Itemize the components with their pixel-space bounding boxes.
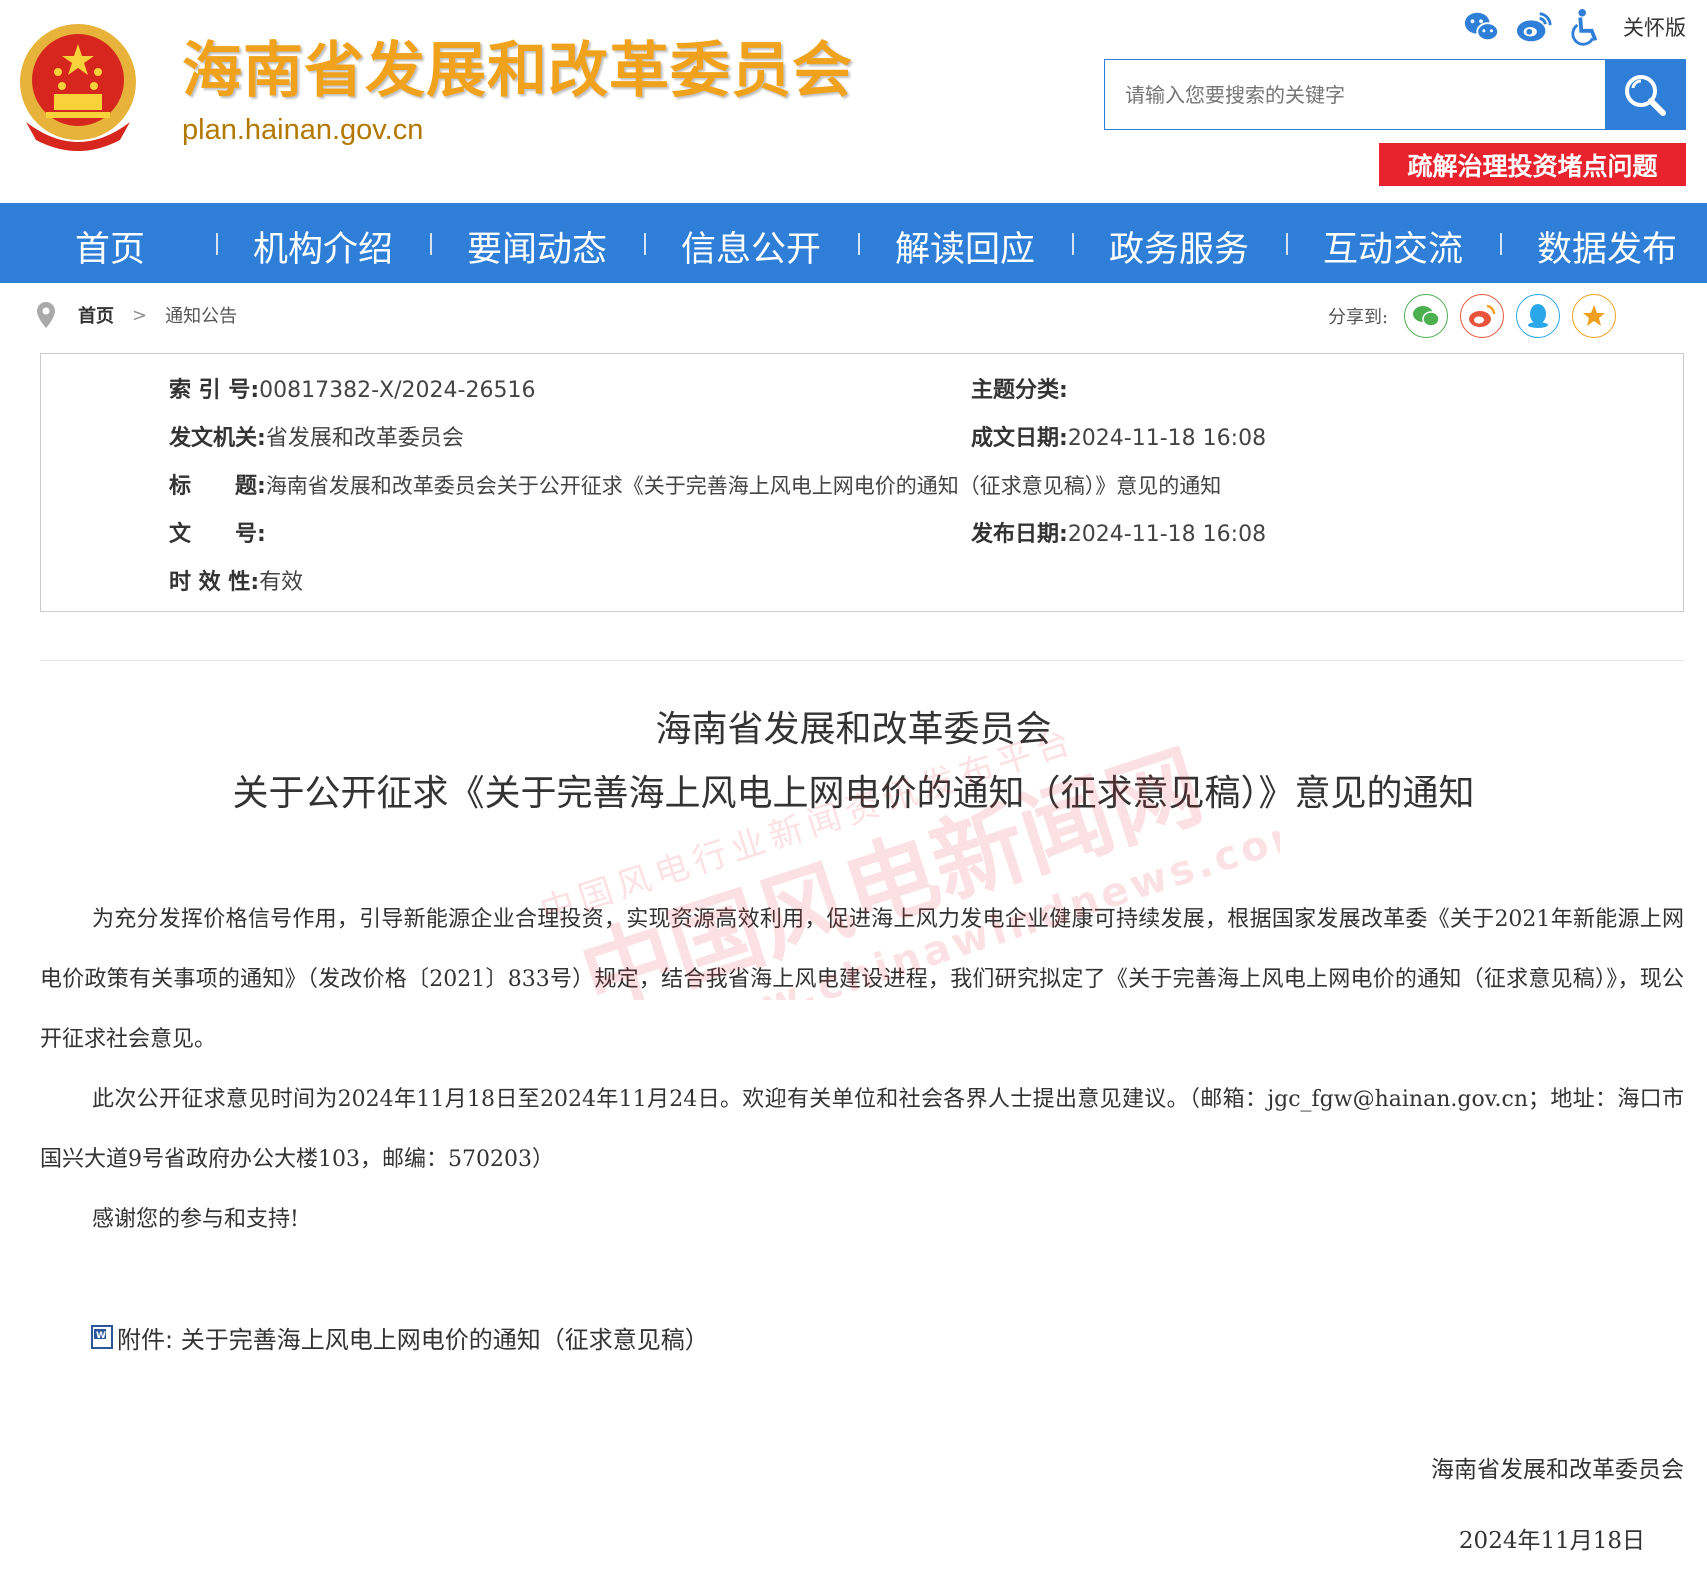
weibo-icon [1469,304,1496,327]
attachment-label[interactable]: 附件: 关于完善海上风电上网电价的通知（征求意见稿） [117,1320,709,1355]
nav-separator [644,233,646,255]
meta-issuer: 发文机关:省发展和改革委员会 [169,420,464,452]
location-pin-icon [37,302,55,328]
meta-topic-label: 主题分类: [971,378,1068,403]
nav-item-interaction[interactable]: 互动交流 [1323,221,1463,272]
article-body: 为充分发挥价格信号作用，引导新能源企业合理投资，实现资源高效利用，促进海上风力发… [40,890,1684,1250]
article-signature: 海南省发展和改革委员会 [1431,1457,1684,1483]
nav-separator [1286,233,1288,255]
meta-index-label: 索 引 号: [169,378,260,403]
accessibility-icon[interactable] [1567,8,1605,46]
search-button[interactable] [1605,60,1685,129]
top-links: 关怀版 [1463,8,1686,46]
site-header: 海南省发展和改革委员会 plan.hainan.gov.cn 关怀版 请输入您要… [0,0,1707,203]
promo-banner[interactable]: 疏解治理投资堵点问题 [1379,143,1686,186]
nav-item-disclosure[interactable]: 信息公开 [681,221,821,272]
search-icon [1625,74,1666,116]
meta-issuer-label: 发文机关: [169,426,266,451]
weibo-icon[interactable] [1515,8,1553,46]
meta-index: 索 引 号:00817382-X/2024-26516 [169,372,535,404]
main-nav: 首页 机构介绍 要闻动态 信息公开 解读回应 政务服务 互动交流 数据发布 [0,203,1707,283]
search-box [1104,59,1686,130]
share-qq-button[interactable] [1516,294,1561,338]
search-input[interactable] [1105,60,1605,129]
meta-docno: 文 号: [169,516,266,548]
share-wechat-button[interactable] [1404,294,1449,338]
meta-published-label: 发布日期: [971,522,1068,547]
divider [40,660,1684,661]
nav-separator [1072,233,1074,255]
article-paragraph: 感谢您的参与和支持! [92,1207,299,1232]
national-emblem-icon [20,24,136,151]
meta-title-value: 海南省发展和改革委员会关于公开征求《关于完善海上风电上网电价的通知（征求意见稿）… [265,474,1222,498]
meta-published-value: 2024-11-18 16:08 [1067,522,1267,547]
meta-docno-label: 文 号: [169,522,266,547]
meta-topic: 主题分类: [971,372,1068,404]
meta-created-value: 2024-11-18 16:08 [1067,426,1267,451]
qq-icon [1528,304,1549,328]
favorite-icon [1583,305,1606,326]
article-title-line2: 关于公开征求《关于完善海上风电上网电价的通知（征求意见稿）》意见的通知 [232,773,1475,814]
meta-validity-value: 有效 [259,570,304,595]
article-date: 2024年11月18日 [1458,1528,1645,1554]
nav-separator [858,233,860,255]
article-title-line1: 海南省发展和改革委员会 [655,709,1052,750]
nav-separator [216,233,218,255]
svg-text:W: W [96,1331,106,1341]
nav-item-data[interactable]: 数据发布 [1537,221,1677,272]
nav-separator [430,233,432,255]
share-label: 分享到: [1328,307,1389,328]
document-meta-box: 索 引 号:00817382-X/2024-26516 主题分类: 发文机关:省… [40,353,1684,612]
chevron-right-icon: > [132,304,148,326]
meta-validity: 时 效 性:有效 [169,564,303,596]
meta-title: 标 题:海南省发展和改革委员会关于公开征求《关于完善海上风电上网电价的通知（征求… [169,468,1221,500]
meta-published: 发布日期:2024-11-18 16:08 [971,516,1266,548]
meta-issuer-value: 省发展和改革委员会 [265,426,464,451]
word-document-icon: W [91,1324,113,1349]
breadcrumb-current[interactable]: 通知公告 [165,302,237,328]
share-favorite-button[interactable] [1572,294,1617,338]
nav-item-services[interactable]: 政务服务 [1109,221,1249,272]
care-mode-link[interactable]: 关怀版 [1623,12,1686,42]
article-paragraph: 为充分发挥价格信号作用，引导新能源企业合理投资，实现资源高效利用，促进海上风力发… [40,907,1684,1052]
nav-item-news[interactable]: 要闻动态 [467,221,607,272]
nav-item-about[interactable]: 机构介绍 [253,221,393,272]
share-bar: 分享到: [1328,294,1617,338]
site-url: plan.hainan.gov.cn [182,114,424,146]
meta-created: 成文日期:2024-11-18 16:08 [971,420,1266,452]
share-weibo-button[interactable] [1460,294,1505,338]
meta-created-label: 成文日期: [971,426,1068,451]
site-title: 海南省发展和改革委员会 [182,36,853,106]
nav-separator [1500,233,1502,255]
meta-index-value: 00817382-X/2024-26516 [259,378,536,403]
wechat-icon[interactable] [1463,8,1501,46]
breadcrumb-home[interactable]: 首页 [78,302,114,328]
nav-item-interpretation[interactable]: 解读回应 [895,221,1035,272]
attachment-link[interactable]: W 附件: 关于完善海上风电上网电价的通知（征求意见稿） [91,1320,709,1355]
meta-validity-label: 时 效 性: [169,570,260,595]
nav-item-home[interactable]: 首页 [75,221,145,272]
article-paragraph: 此次公开征求意见时间为2024年11月18日至2024年11月24日。欢迎有关单… [40,1087,1684,1172]
wechat-icon [1413,306,1440,327]
breadcrumb: 首页 > 通知公告 [36,302,237,328]
meta-title-label: 标 题: [169,474,266,499]
